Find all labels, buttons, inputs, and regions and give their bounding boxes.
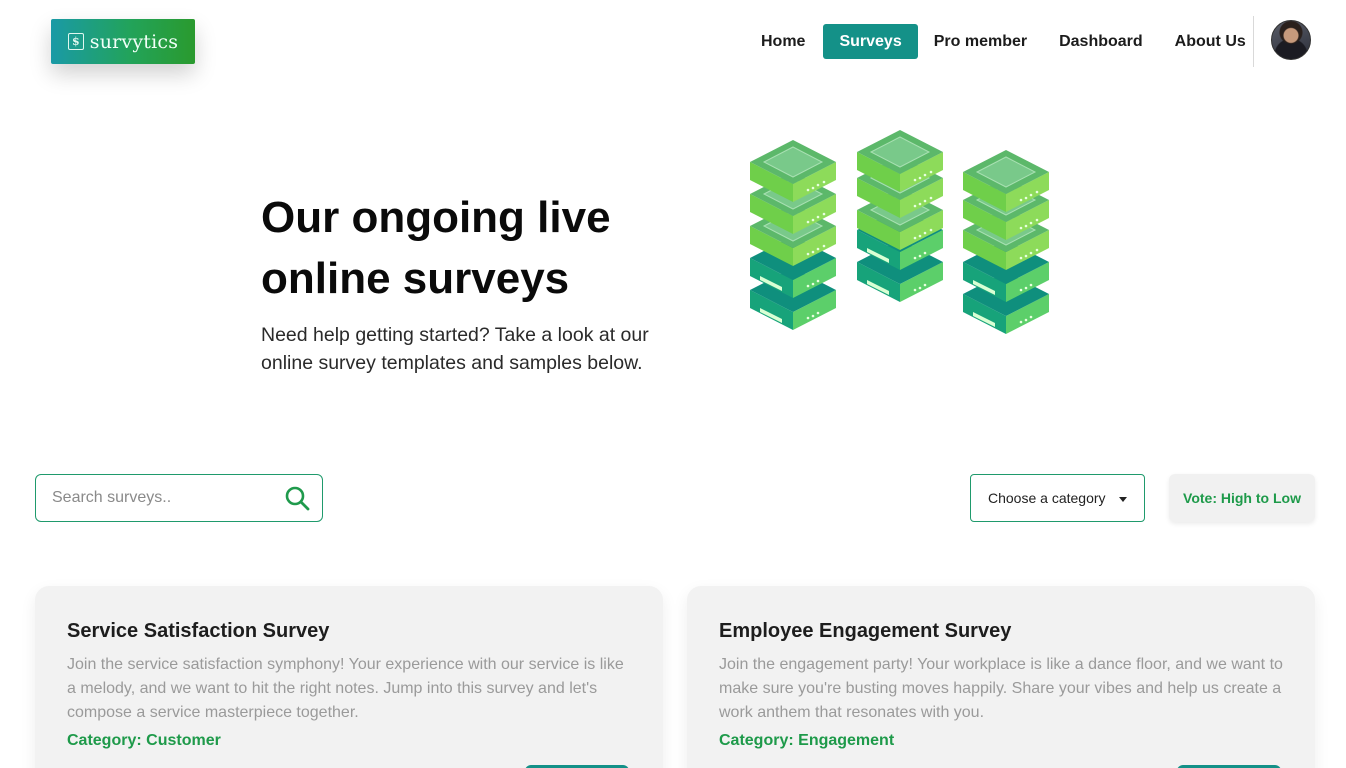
survey-title: Service Satisfaction Survey	[67, 620, 330, 642]
title-line-1: Our ongoing live	[261, 193, 611, 242]
nav-pro-member[interactable]: Pro member	[918, 24, 1043, 59]
search-input[interactable]	[36, 475, 284, 521]
nav-surveys[interactable]: Surveys	[823, 24, 918, 59]
page-subtitle: Need help getting started? Take a look a…	[261, 324, 649, 374]
caret-down-icon	[1119, 497, 1127, 502]
category-prefix: Category:	[719, 732, 794, 749]
category-value: Customer	[146, 732, 221, 749]
main-nav: Home Surveys Pro member Dashboard About …	[745, 24, 1262, 59]
brand-logo[interactable]: $ survytics	[51, 19, 195, 64]
category-prefix: Category:	[67, 732, 142, 749]
user-avatar[interactable]	[1271, 20, 1311, 60]
survey-card[interactable]: Service Satisfaction Survey Join the ser…	[35, 586, 663, 768]
server-stacks-illustration	[749, 129, 1050, 334]
brand-name: survytics	[89, 30, 179, 53]
vote-sort-button[interactable]: Vote: High to Low	[1169, 474, 1315, 522]
survey-card[interactable]: Employee Engagement Survey Join the enga…	[687, 586, 1315, 768]
survey-category: Category: Customer	[67, 732, 631, 750]
nav-divider	[1253, 16, 1254, 67]
title-line-2: online surveys	[261, 254, 570, 303]
survey-description: Join the engagement party! Your workplac…	[719, 656, 1283, 721]
search-box	[35, 474, 323, 522]
nav-home[interactable]: Home	[745, 24, 821, 59]
nav-dashboard[interactable]: Dashboard	[1043, 24, 1159, 59]
dollar-icon: $	[67, 33, 84, 50]
category-select-label: Choose a category	[988, 490, 1106, 506]
page-title: Our ongoing live online surveys	[261, 187, 681, 309]
nav-about-us[interactable]: About Us	[1159, 24, 1262, 59]
category-value: Engagement	[798, 732, 895, 749]
survey-category: Category: Engagement	[719, 732, 1283, 750]
survey-description: Join the service satisfaction symphony! …	[67, 656, 624, 721]
search-icon[interactable]	[284, 485, 310, 511]
category-select[interactable]: Choose a category	[970, 474, 1145, 522]
survey-title: Employee Engagement Survey	[719, 620, 1012, 642]
